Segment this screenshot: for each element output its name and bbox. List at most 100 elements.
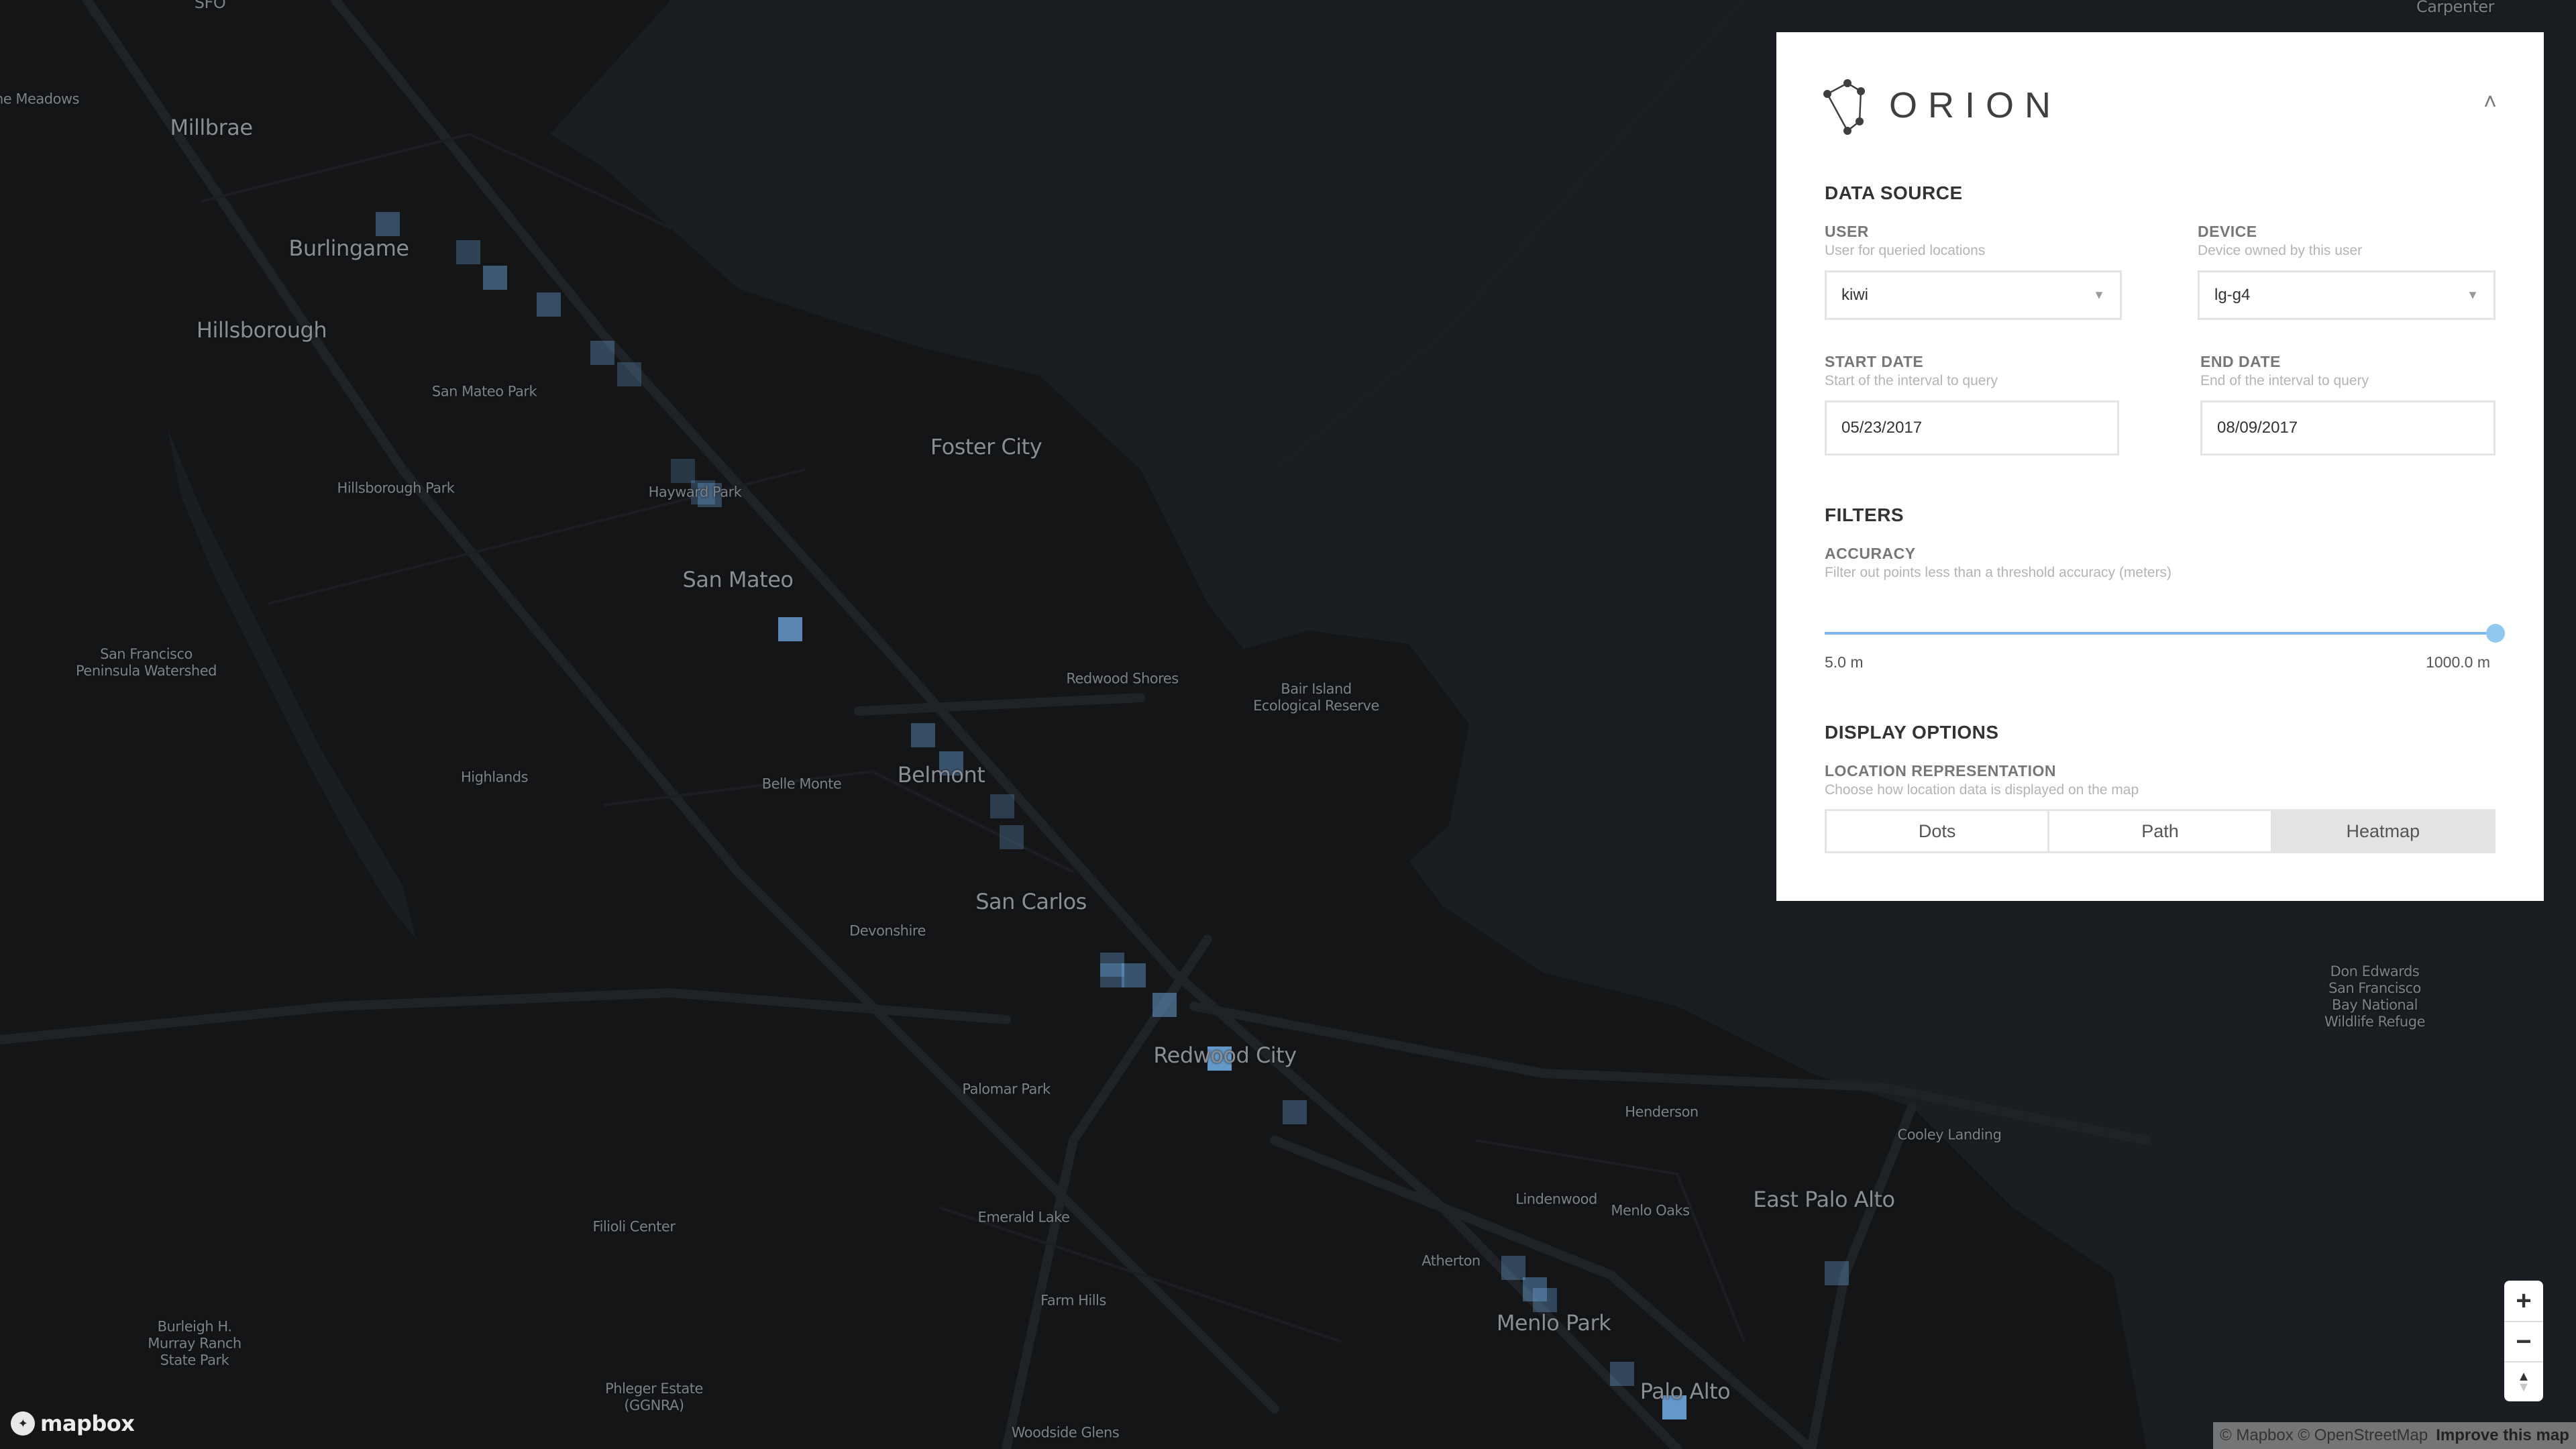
- zoom-out-button[interactable]: −: [2504, 1321, 2543, 1361]
- heatmap-cell: [483, 266, 507, 290]
- attribution-text: © Mapbox © OpenStreetMap: [2220, 1426, 2428, 1444]
- end-date-label: END DATE: [2200, 353, 2281, 370]
- map-label: San Mateo: [682, 567, 794, 592]
- map-label: Menlo Park: [1496, 1310, 1611, 1336]
- location-representation-toggle: Dots Path Heatmap: [1825, 809, 2496, 853]
- option-label: Path: [2141, 820, 2179, 841]
- accuracy-slider-handle[interactable]: [2486, 624, 2505, 643]
- map-label: Lindenwood: [1515, 1191, 1597, 1208]
- location-representation-label: LOCATION REPRESENTATION: [1825, 762, 2056, 780]
- heatmap-cell: [1283, 1100, 1307, 1124]
- heatmap-cell: [671, 459, 695, 483]
- dropdown-caret-icon: ▼: [2467, 288, 2479, 302]
- user-select-value: kiwi: [1841, 286, 1868, 304]
- accuracy-label: ACCURACY: [1825, 545, 1916, 562]
- heatmap-cell: [911, 723, 935, 747]
- map-label: Bair Island Ecological Reserve: [1253, 681, 1379, 714]
- representation-option-heatmap[interactable]: Heatmap: [2270, 811, 2493, 851]
- end-date-value: 08/09/2017: [2217, 419, 2298, 437]
- map-navigation-controls: + − ▲ ▼: [2504, 1281, 2543, 1401]
- user-label: USER: [1825, 223, 1869, 240]
- map-label: Belmont: [897, 762, 985, 788]
- map-label: Redwood Shores: [1066, 670, 1179, 687]
- start-date-input[interactable]: 05/23/2017: [1825, 400, 2119, 455]
- mapbox-logo[interactable]: ✦ mapbox: [11, 1410, 135, 1437]
- accuracy-max-label: 1000.0 m: [2426, 653, 2490, 671]
- minus-icon: −: [2516, 1326, 2532, 1356]
- control-panel: ORION ˄ DATA SOURCE USER User for querie…: [1776, 32, 2544, 901]
- map-label: Burlingame: [288, 235, 409, 261]
- start-date-value: 05/23/2017: [1841, 419, 1923, 437]
- map-label: Devonshire: [849, 922, 926, 939]
- collapse-panel-button[interactable]: ˄: [2477, 89, 2504, 115]
- filters-heading: FILTERS: [1825, 504, 1904, 525]
- heatmap-cell: [456, 240, 480, 264]
- app-title: ORION: [1889, 85, 2062, 125]
- map-label: East Palo Alto: [1753, 1187, 1895, 1212]
- map-label: Hillsborough: [196, 317, 327, 343]
- map-label: Cooley Landing: [1897, 1126, 2002, 1143]
- start-date-help: Start of the interval to query: [1825, 373, 1998, 388]
- heatmap-cell: [1000, 825, 1024, 849]
- heatmap-cell: [617, 362, 641, 386]
- map-label: Carpenter: [2416, 0, 2495, 16]
- map-label: Don Edwards San Francisco Bay National Wild…: [2324, 963, 2425, 1030]
- map-label: Hillsborough Park: [337, 480, 455, 496]
- chevron-up-icon: ˄: [2483, 89, 2497, 115]
- accuracy-slider-track[interactable]: [1825, 632, 2496, 635]
- heatmap-cell: [376, 212, 400, 236]
- heatmap-cell: [1152, 993, 1177, 1017]
- zoom-in-button[interactable]: +: [2504, 1281, 2543, 1321]
- map-label: Henderson: [1625, 1104, 1699, 1120]
- map-label: Emerald Lake: [977, 1209, 1070, 1226]
- option-label: Heatmap: [2346, 820, 2420, 841]
- representation-option-dots[interactable]: Dots: [1827, 811, 2048, 851]
- user-select[interactable]: kiwi ▼: [1825, 270, 2122, 320]
- end-date-input[interactable]: 08/09/2017: [2200, 400, 2496, 455]
- improve-map-link[interactable]: Improve this map: [2436, 1426, 2569, 1445]
- orion-constellation-icon: [1823, 79, 1865, 135]
- map-label: Belle Monte: [761, 775, 842, 792]
- accuracy-min-label: 5.0 m: [1825, 653, 1864, 671]
- map-label: Atherton: [1421, 1252, 1481, 1269]
- user-help: User for queried locations: [1825, 243, 1986, 258]
- mapbox-logo-icon: ✦: [11, 1411, 35, 1436]
- heatmap-cell: [1610, 1362, 1634, 1386]
- reset-bearing-button[interactable]: ▲ ▼: [2504, 1361, 2543, 1401]
- map-label: Farm Hills: [1040, 1292, 1106, 1309]
- map-label: San Carlos: [975, 889, 1087, 914]
- device-select[interactable]: lg-g4 ▼: [2198, 270, 2496, 320]
- heatmap-cell: [990, 794, 1014, 818]
- map-label: San Mateo Park: [431, 383, 537, 400]
- map-label: SFO: [194, 0, 226, 12]
- map-label: Redwood City: [1153, 1042, 1297, 1068]
- heatmap-cell: [1533, 1288, 1557, 1312]
- mapbox-logo-text: mapbox: [40, 1411, 135, 1436]
- heatmap-cell: [537, 292, 561, 317]
- device-help: Device owned by this user: [2198, 243, 2363, 258]
- heatmap-cell: [1825, 1261, 1849, 1285]
- plus-icon: +: [2516, 1285, 2532, 1316]
- heatmap-cell: [590, 341, 614, 365]
- compass-icon: ▲ ▼: [2517, 1369, 2530, 1395]
- accuracy-help: Filter out points less than a threshold …: [1825, 565, 2172, 580]
- device-label: DEVICE: [2198, 223, 2257, 240]
- representation-option-path[interactable]: Path: [2047, 811, 2271, 851]
- heatmap-cell: [1501, 1256, 1525, 1280]
- start-date-label: START DATE: [1825, 353, 1924, 370]
- option-label: Dots: [1918, 820, 1956, 841]
- map-label: Phleger Estate (GGNRA): [605, 1381, 703, 1413]
- map-label: Palomar Park: [962, 1081, 1051, 1097]
- map-label: Burleigh H. Murray Ranch State Park: [148, 1318, 241, 1368]
- map-label: Highlands: [460, 769, 529, 786]
- heatmap-cell: [1122, 963, 1146, 987]
- heatmap-cell: [778, 617, 802, 641]
- map-label: Millbrae: [170, 115, 253, 140]
- map-label: Woodside Glens: [1011, 1424, 1120, 1441]
- location-representation-help: Choose how location data is displayed on…: [1825, 782, 2139, 798]
- map-label: Filioli Center: [592, 1218, 676, 1235]
- display-options-heading: DISPLAY OPTIONS: [1825, 722, 1999, 743]
- map-label: he Meadows: [0, 91, 80, 107]
- data-source-heading: DATA SOURCE: [1825, 182, 1963, 203]
- map-label: Hayward Park: [648, 484, 742, 500]
